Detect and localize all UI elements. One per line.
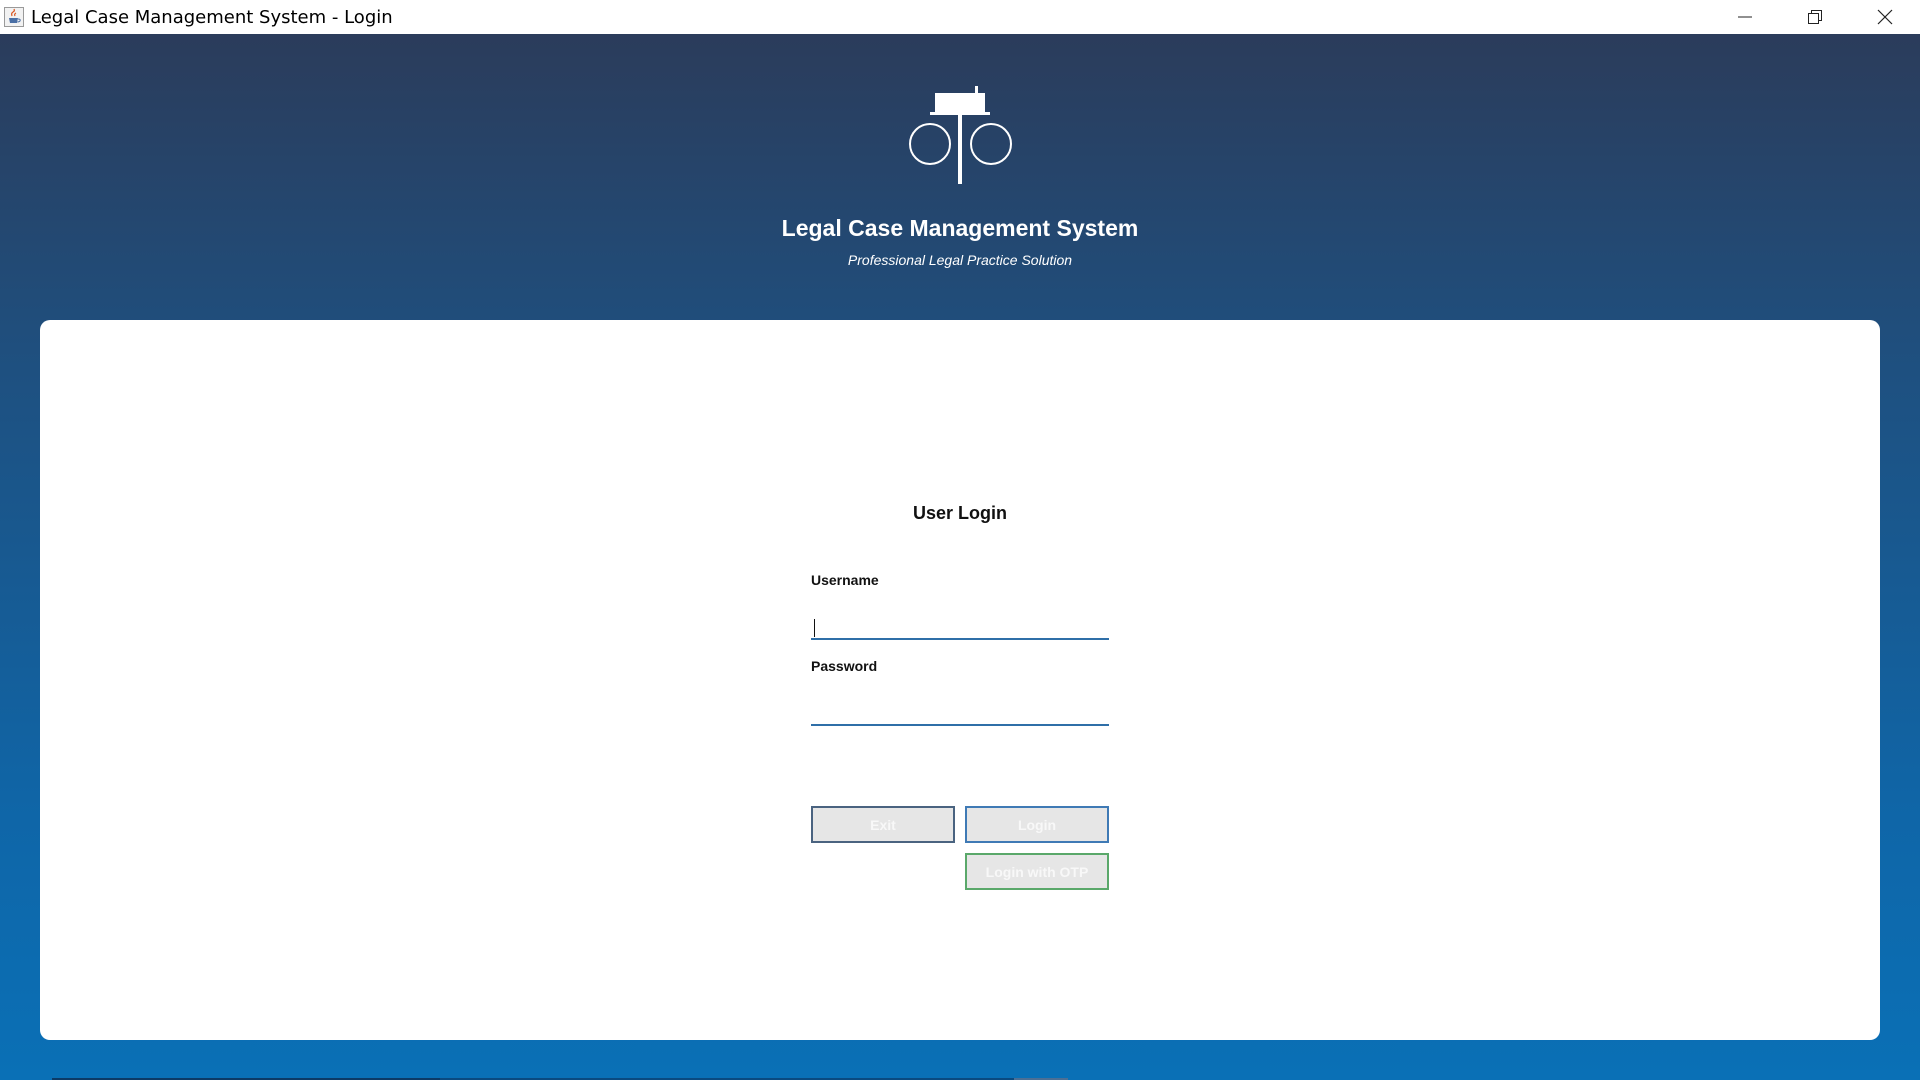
app-title: Legal Case Management System bbox=[781, 215, 1139, 241]
minimize-icon bbox=[1738, 16, 1752, 18]
title-bar: Legal Case Management System - Login bbox=[0, 0, 1920, 34]
restore-icon bbox=[1808, 10, 1822, 24]
taskbar-edge bbox=[0, 1076, 1920, 1080]
restore-button[interactable] bbox=[1780, 0, 1850, 34]
close-button[interactable] bbox=[1850, 0, 1920, 34]
username-label: Username bbox=[811, 572, 879, 588]
main-background: Legal Case Management System Professiona… bbox=[0, 34, 1920, 1080]
login-button[interactable]: Login bbox=[965, 806, 1109, 843]
text-caret bbox=[814, 619, 815, 637]
login-window: Legal Case Management System - Login Leg… bbox=[0, 0, 1920, 1080]
close-icon bbox=[1877, 9, 1893, 25]
window-title: Legal Case Management System - Login bbox=[31, 6, 393, 28]
login-card: User Login Username Password Exit Login … bbox=[40, 320, 1880, 1040]
username-field[interactable] bbox=[811, 610, 1109, 640]
login-with-otp-button[interactable]: Login with OTP bbox=[965, 853, 1109, 890]
login-heading: User Login bbox=[912, 503, 1007, 523]
password-label: Password bbox=[811, 658, 878, 674]
java-cup-icon[interactable] bbox=[3, 6, 25, 28]
scales-of-justice-icon bbox=[909, 86, 1012, 184]
password-field[interactable] bbox=[811, 696, 1109, 726]
window-controls bbox=[1710, 0, 1920, 34]
app-subtitle: Professional Legal Practice Solution bbox=[847, 252, 1073, 268]
minimize-button[interactable] bbox=[1710, 0, 1780, 34]
exit-button[interactable]: Exit bbox=[811, 806, 955, 843]
